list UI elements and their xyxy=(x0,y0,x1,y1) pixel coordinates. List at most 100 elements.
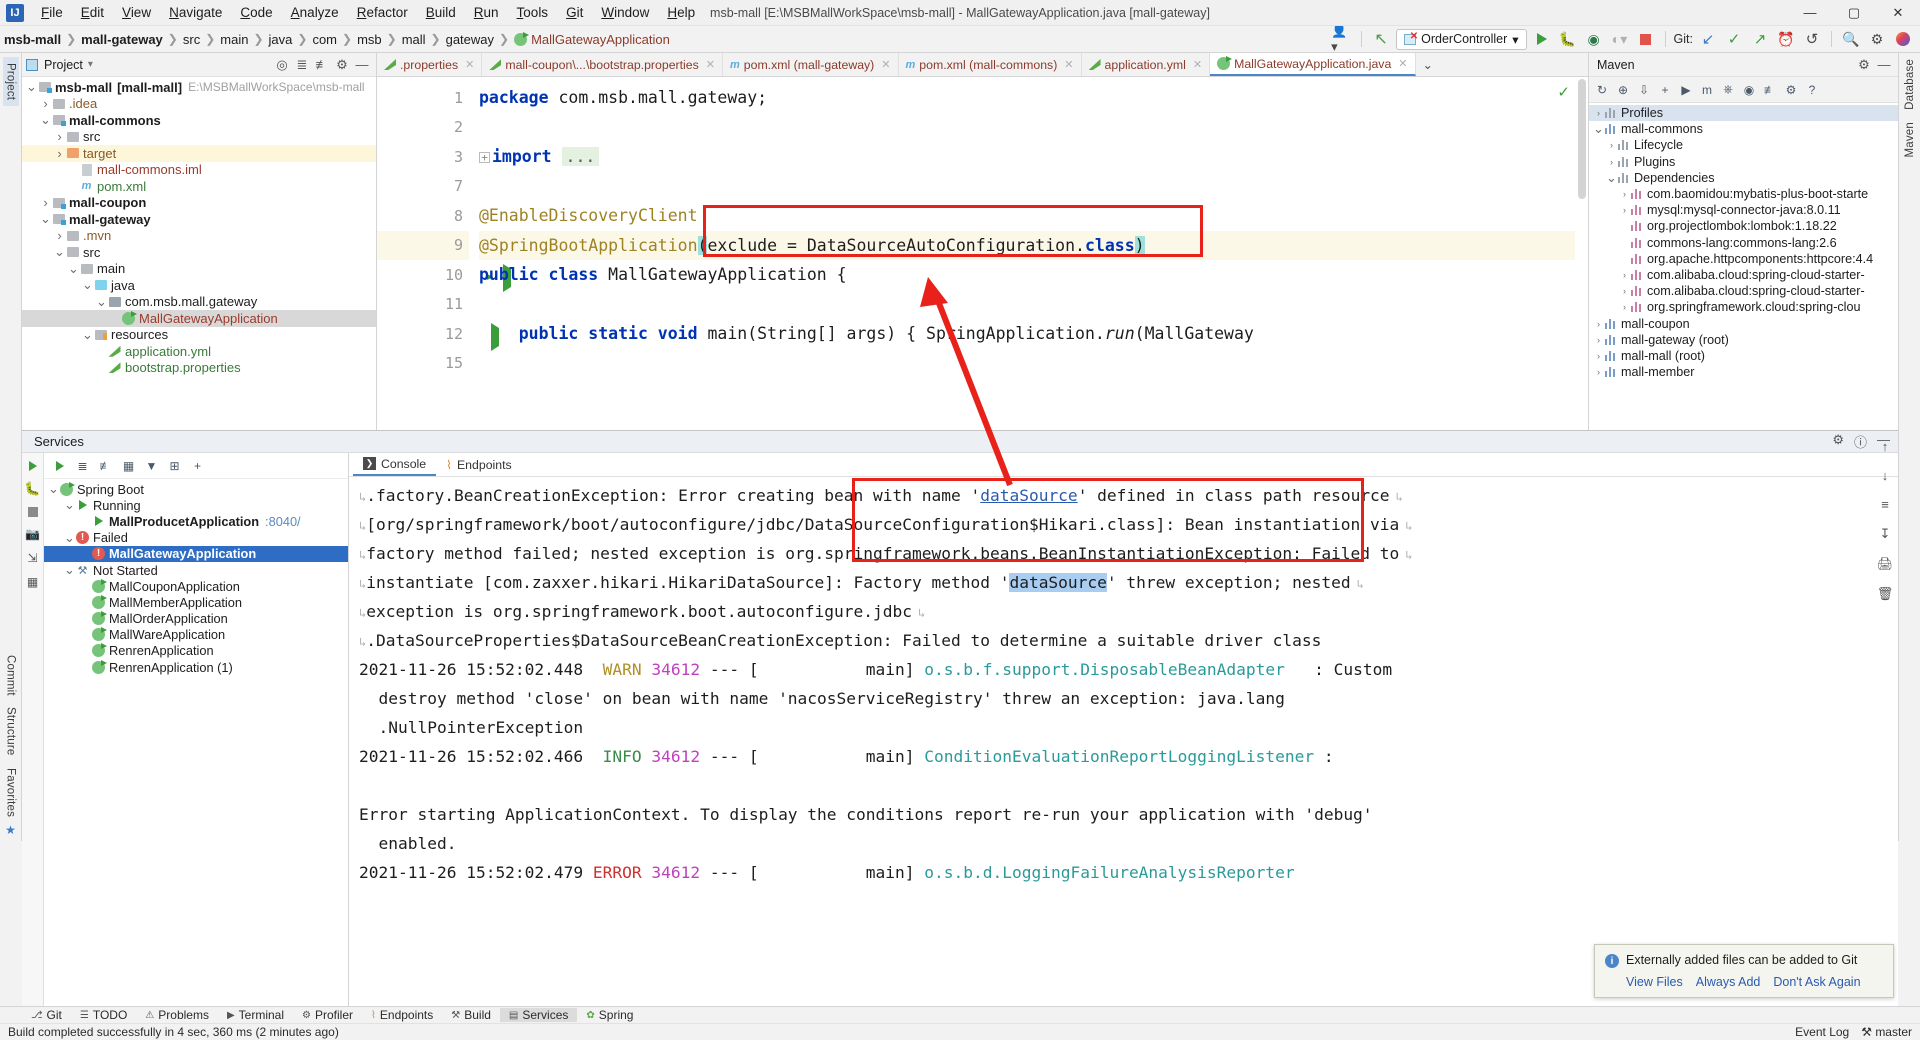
maven-toolbar[interactable]: ↻ ⊕ ⇩ + ▶ m ⎈ ◉ ≢ ⚙ ? xyxy=(1589,77,1898,103)
debug-button[interactable]: 🐛 xyxy=(1557,28,1579,50)
chevron-down-icon[interactable]: ⌄ xyxy=(54,245,65,258)
project-tree-row[interactable]: m pom.xml xyxy=(22,178,376,195)
maven-tree-row[interactable]: › com.baomidou:mybatis-plus-boot-starte xyxy=(1589,186,1898,202)
maven-tree-row[interactable]: org.projectlombok:lombok:1.18.22 xyxy=(1589,218,1898,234)
git-branch-indicator[interactable]: ⚒ master xyxy=(1861,1025,1912,1039)
code-line[interactable]: @EnableDiscoveryClient xyxy=(479,201,1588,231)
console-token[interactable]: dataSource xyxy=(980,486,1077,505)
breadcrumb[interactable]: msb-mall ❯ mall-gateway ❯ src ❯ main ❯ java ❯ com ❯… xyxy=(4,31,670,47)
breadcrumb-item-mallgatewayapplication[interactable]: MallGatewayApplication xyxy=(514,31,670,47)
console-tab[interactable]: ⌇ Endpoints xyxy=(436,453,522,476)
chevron-down-icon[interactable]: ⌄ xyxy=(82,278,93,291)
debug-icon[interactable]: 🐛 xyxy=(24,481,40,497)
close-icon[interactable]: ✕ xyxy=(1193,58,1202,71)
chevron-down-icon[interactable]: ⌄ xyxy=(40,212,51,225)
chevron-right-icon[interactable]: › xyxy=(54,228,65,243)
expand-all-icon[interactable]: ≣ xyxy=(73,456,92,475)
show-diagram-icon[interactable]: ◉ xyxy=(1739,80,1759,100)
service-tree-row[interactable]: ⌄ ⚒ Not Started xyxy=(44,562,348,578)
bottom-tool-services[interactable]: ▤ Services xyxy=(499,1008,578,1022)
maven-tree-row[interactable]: commons-lang:commons-lang:2.6 xyxy=(1589,235,1898,251)
run-button[interactable] xyxy=(1531,28,1553,50)
bottom-tool-terminal[interactable]: ▶ Terminal xyxy=(218,1008,293,1022)
plus-icon[interactable]: + xyxy=(1655,80,1675,100)
filter-icon[interactable]: ▼ xyxy=(142,456,161,475)
tool-window-project[interactable]: Project xyxy=(2,57,19,107)
chevron-down-icon[interactable]: ⌄ xyxy=(68,262,79,275)
maven-tree-row[interactable]: › mall-member xyxy=(1589,364,1898,380)
toggle-offline-icon[interactable]: ⎈ xyxy=(1718,80,1738,100)
bottom-tool-build[interactable]: ⚒ Build xyxy=(442,1008,500,1022)
gutter-line-number[interactable]: 9◕ xyxy=(377,230,489,260)
view-files-link[interactable]: View Files xyxy=(1626,975,1683,989)
project-tree-row[interactable]: › src xyxy=(22,129,376,146)
layout-icon[interactable]: ▦ xyxy=(27,575,38,589)
soft-wrap-icon[interactable]: ≡ xyxy=(1881,497,1889,512)
close-icon[interactable]: ✕ xyxy=(706,58,715,71)
code-line[interactable] xyxy=(479,113,1588,143)
maven-tree-row[interactable]: › Plugins xyxy=(1589,154,1898,170)
maven-tree-row[interactable]: ⌄ Dependencies xyxy=(1589,170,1898,186)
notification-links[interactable]: View Files Always Add Don't Ask Again xyxy=(1626,975,1883,989)
project-tree-row[interactable]: bootstrap.properties xyxy=(22,360,376,377)
menu-git[interactable]: Git xyxy=(557,2,592,23)
project-tree-row[interactable]: › .mvn xyxy=(22,228,376,245)
editor-tab-bar[interactable]: .properties ✕ mall-coupon\...\bootstrap.pr… xyxy=(377,53,1588,77)
download-sources-icon[interactable]: ⇩ xyxy=(1634,80,1654,100)
chevron-down-icon[interactable]: ⌄ xyxy=(64,498,75,511)
chevron-down-icon[interactable]: ⌄ xyxy=(48,482,59,495)
close-icon[interactable]: ✕ xyxy=(1064,58,1073,71)
always-add-link[interactable]: Always Add xyxy=(1696,975,1761,989)
help-icon[interactable]: ⓘ xyxy=(1854,432,1867,451)
settings-gear-icon[interactable]: ⚙ xyxy=(1832,432,1844,451)
project-tree-row[interactable]: ⌄ mall-commons xyxy=(22,112,376,129)
menu-run[interactable]: Run xyxy=(465,2,508,23)
hide-panel-icon[interactable]: — xyxy=(352,57,372,72)
chevron-right-icon[interactable]: › xyxy=(1619,189,1630,199)
console-output[interactable]: ↳ .factory.BeanCreationException: Error c… xyxy=(349,477,1898,1006)
gutter-line-number[interactable]: 8 xyxy=(377,201,469,231)
menu-bar[interactable]: File Edit View Navigate Code Analyze Refactor B… xyxy=(32,5,704,20)
tool-window-database[interactable]: Database xyxy=(1902,53,1918,116)
collapse-all-icon[interactable]: ≢ xyxy=(96,456,115,475)
run-with-coverage-button[interactable]: ◉ xyxy=(1583,28,1605,50)
bottom-tool-profiler[interactable]: ⚙ Profiler xyxy=(293,1008,362,1022)
ide-badge-icon[interactable] xyxy=(1892,28,1914,50)
breadcrumb-item-mall[interactable]: mall xyxy=(402,32,426,47)
service-tree-row[interactable]: ⌄ Running xyxy=(44,497,348,513)
chevron-right-icon[interactable]: › xyxy=(40,96,51,111)
menu-analyze[interactable]: Analyze xyxy=(282,2,348,23)
breadcrumb-item-mall-gateway[interactable]: mall-gateway xyxy=(81,32,163,47)
collapse-all-icon[interactable]: ≢ xyxy=(312,57,332,72)
services-run-strip[interactable]: 🐛 📷 ⇲ ▦ xyxy=(22,453,44,1006)
run-icon[interactable]: ▶ xyxy=(1676,80,1696,100)
project-tree-row[interactable]: › target xyxy=(22,145,376,162)
chevron-right-icon[interactable]: › xyxy=(1619,302,1630,312)
gutter-line-number[interactable]: 2 xyxy=(377,113,469,143)
minimize-button[interactable]: — xyxy=(1788,0,1832,26)
breadcrumb-item-com[interactable]: com xyxy=(312,32,337,47)
stop-button[interactable] xyxy=(1635,28,1657,50)
hide-panel-icon[interactable]: — xyxy=(1874,57,1894,72)
git-history-icon[interactable]: ⏰ xyxy=(1775,28,1797,50)
rerun-icon[interactable] xyxy=(50,456,69,475)
group-icon[interactable]: ▦ xyxy=(119,456,138,475)
run-configuration-selector[interactable]: ✕ OrderController ▾ xyxy=(1396,28,1527,50)
maven-tree-row[interactable]: › com.alibaba.cloud:spring-cloud-starter- xyxy=(1589,283,1898,299)
reload-icon[interactable]: ↻ xyxy=(1592,80,1612,100)
git-update-icon[interactable]: ↙ xyxy=(1697,28,1719,50)
chevron-right-icon[interactable]: › xyxy=(1593,319,1604,329)
maven-tree-row[interactable]: › Lifecycle xyxy=(1589,137,1898,153)
window-controls[interactable]: — ▢ ✕ xyxy=(1788,0,1920,26)
tool-window-structure[interactable]: Structure xyxy=(3,701,19,761)
services-tree-toolbar[interactable]: ≣ ≢ ▦ ▼ ⊞ + xyxy=(44,453,348,479)
service-tree-row[interactable]: MallMemberApplication xyxy=(44,594,348,610)
gear-icon[interactable]: ⚙ xyxy=(1854,57,1874,73)
gutter-line-number[interactable]: 10 xyxy=(377,260,511,292)
gutter-line-number[interactable]: 3 xyxy=(377,142,469,172)
menu-code[interactable]: Code xyxy=(231,2,281,23)
menu-refactor[interactable]: Refactor xyxy=(348,2,417,23)
bottom-tool-todo[interactable]: ☰ TODO xyxy=(71,1008,136,1022)
chevron-right-icon[interactable]: › xyxy=(1619,286,1630,296)
chevron-down-icon[interactable]: ⌄ xyxy=(64,531,75,544)
